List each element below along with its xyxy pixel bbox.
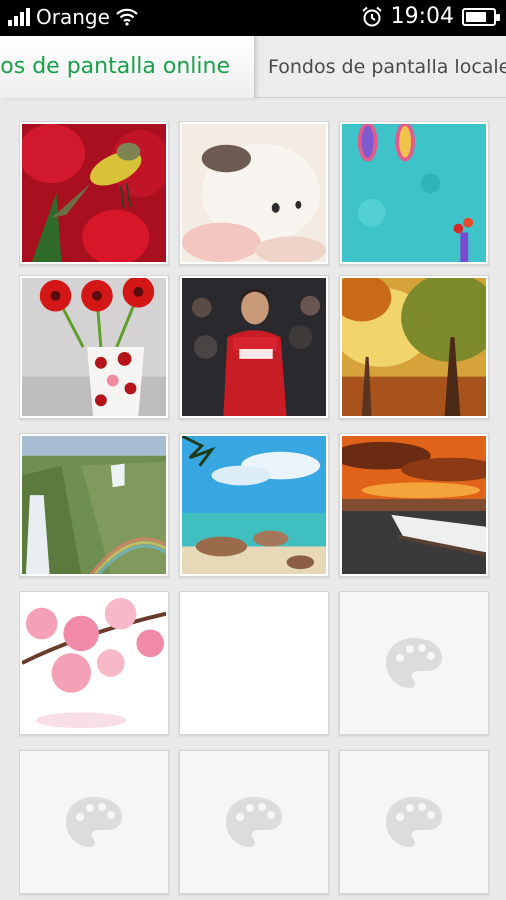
wallpaper-thumbnail[interactable]: [19, 275, 169, 419]
wallpaper-placeholder[interactable]: [339, 750, 489, 894]
gerberas-vase-image: [22, 278, 166, 417]
wallpaper-thumbnail[interactable]: [339, 275, 489, 419]
flip-flops-image: [342, 124, 486, 263]
battery-icon: [462, 8, 500, 26]
wallpaper-thumbnail[interactable]: [339, 433, 489, 577]
signal-icon: [8, 8, 30, 26]
wallpaper-thumbnail[interactable]: [179, 121, 329, 265]
wallpaper-placeholder[interactable]: [19, 750, 169, 894]
kitten-image: [182, 124, 326, 263]
football-player-image: [182, 278, 326, 417]
wallpaper-grid: [19, 121, 491, 900]
palette-icon: [386, 797, 442, 847]
bird-tulips-image: [22, 124, 166, 263]
waterfall-image: [22, 436, 166, 575]
wallpaper-thumbnail[interactable]: [19, 591, 169, 735]
wallpaper-thumbnail-blank[interactable]: [179, 591, 329, 735]
wallpaper-placeholder[interactable]: [179, 750, 329, 894]
wallpaper-placeholder[interactable]: [339, 591, 489, 735]
tab-bar: Fondos de pantalla online Fondos de pant…: [0, 36, 506, 98]
cherry-blossom-image: [22, 594, 166, 733]
wallpaper-thumbnail[interactable]: [19, 121, 169, 265]
tropical-beach-image: [182, 436, 326, 575]
wallpaper-thumbnail[interactable]: [179, 275, 329, 419]
status-bar: Orange 19:04: [0, 0, 506, 36]
tab-label: Fondos de pantalla online: [0, 54, 230, 79]
tab-label: Fondos de pantalla locales: [268, 56, 506, 78]
carrier-name: Orange: [36, 5, 110, 29]
wallpaper-thumbnail[interactable]: [339, 121, 489, 265]
boat-sunset-image: [342, 436, 486, 575]
tab-online-wallpapers[interactable]: Fondos de pantalla online: [0, 36, 255, 98]
palette-icon: [226, 797, 282, 847]
wallpaper-thumbnail[interactable]: [19, 433, 169, 577]
autumn-forest-image: [342, 278, 486, 417]
blank-image: [182, 594, 326, 732]
palette-icon: [66, 797, 122, 847]
wifi-icon: [116, 8, 138, 26]
alarm-icon: [361, 6, 382, 27]
tab-local-wallpapers[interactable]: Fondos de pantalla locales: [256, 36, 506, 98]
wallpaper-thumbnail[interactable]: [179, 433, 329, 577]
palette-icon: [386, 638, 442, 688]
clock: 19:04: [390, 4, 454, 29]
